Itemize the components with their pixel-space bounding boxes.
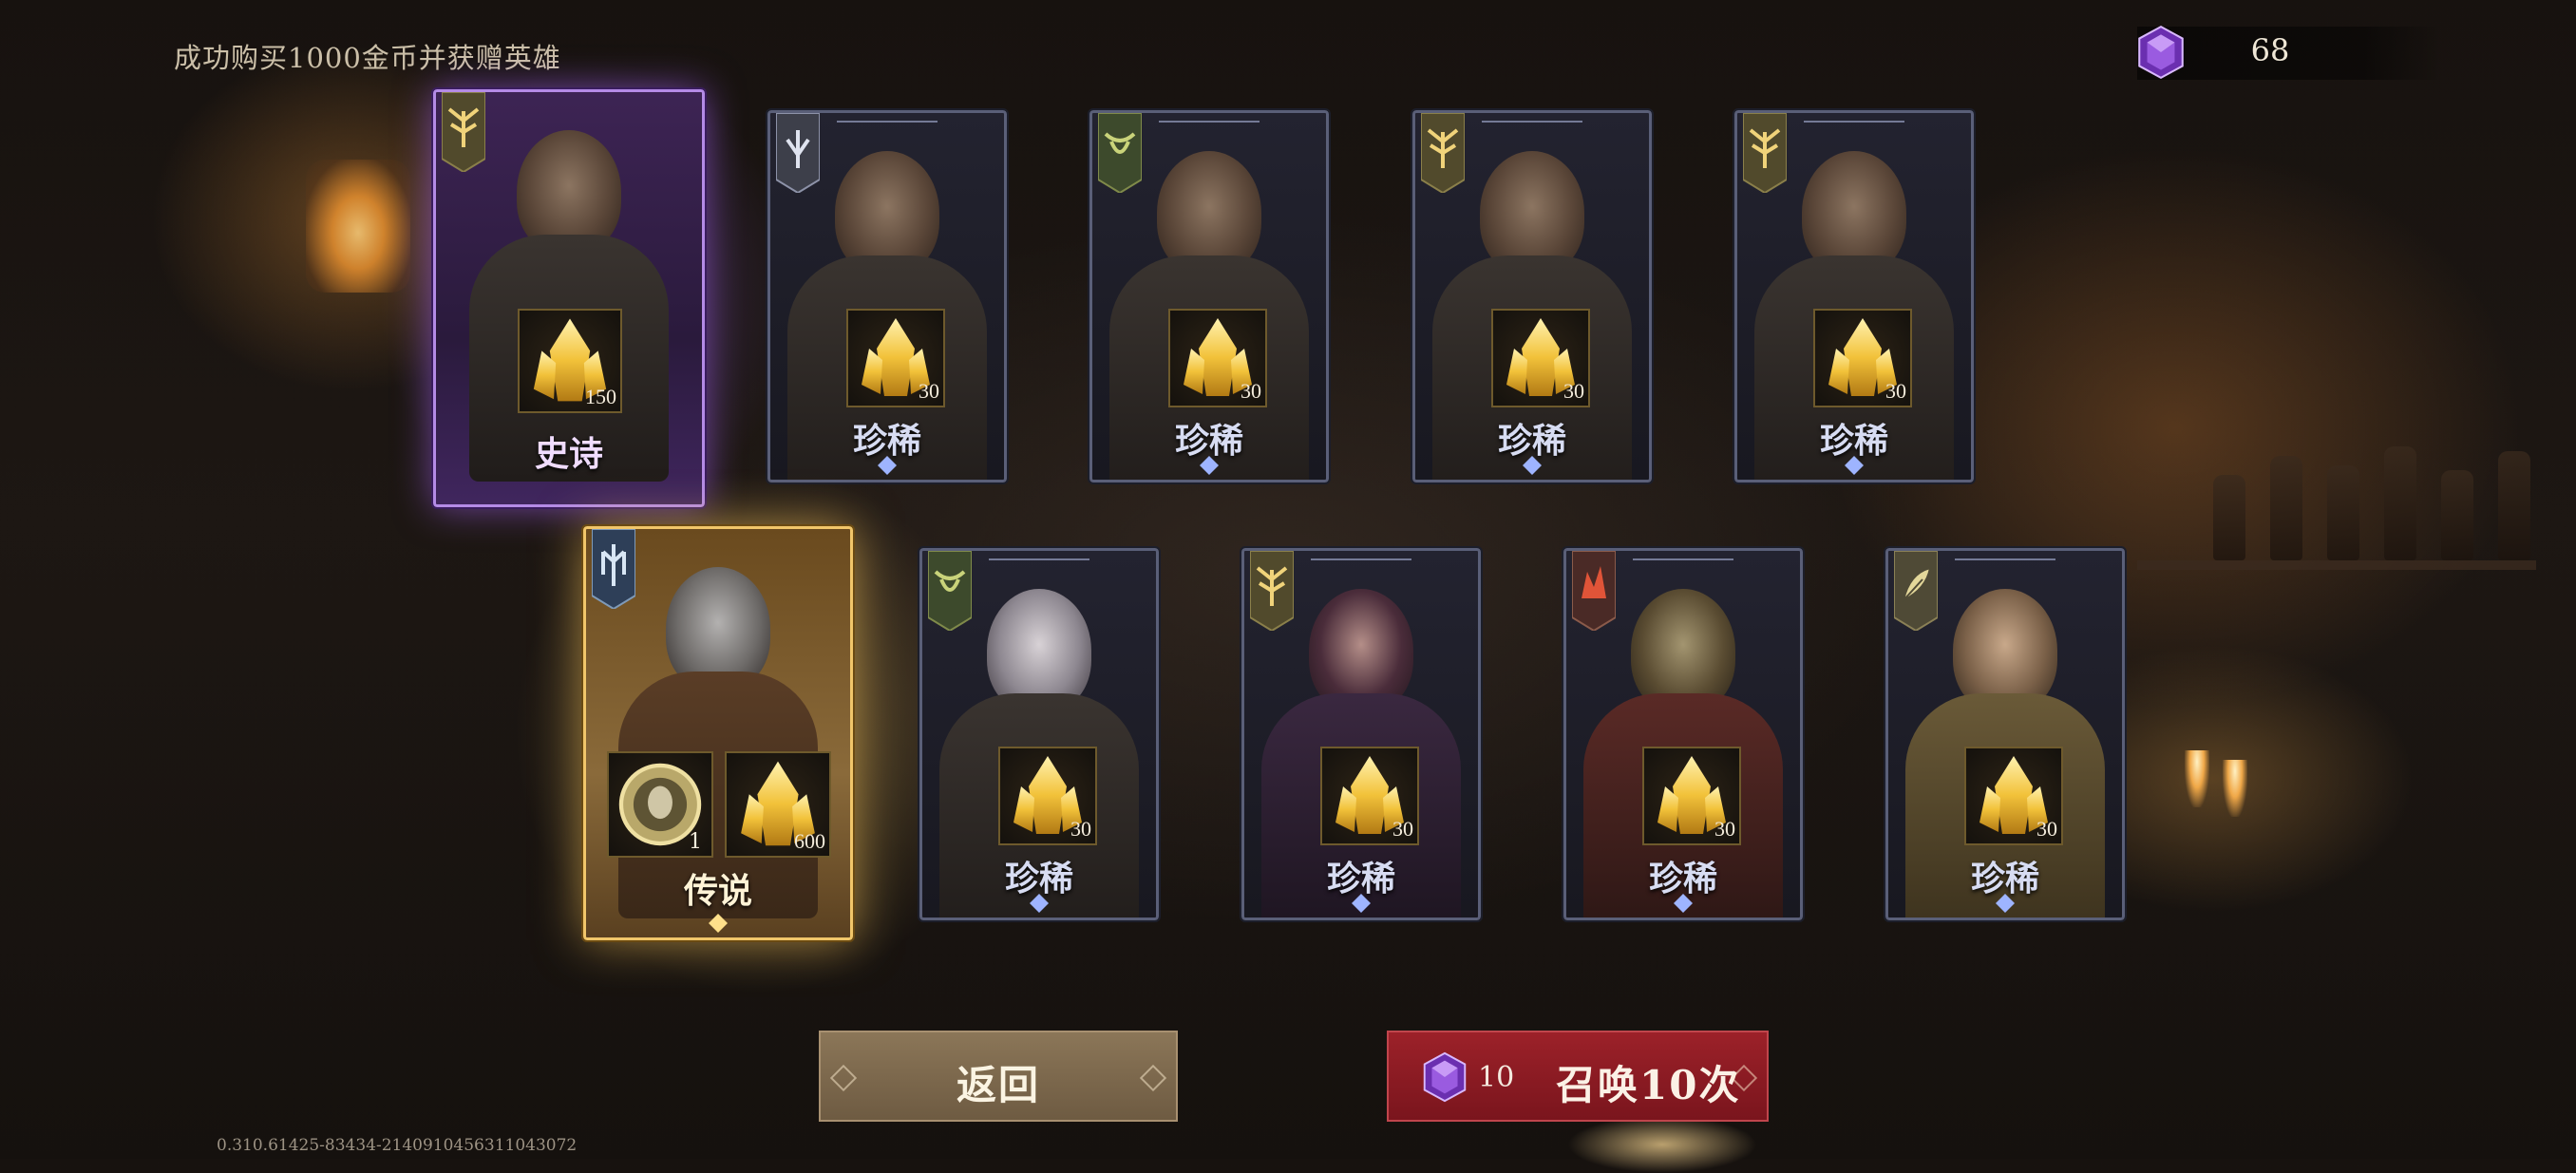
- summon-10-button[interactable]: 10 召唤10次: [1387, 1031, 1769, 1122]
- shard-count: 30: [919, 379, 939, 403]
- shard-item: 30: [1320, 747, 1419, 845]
- blue-crest-emblem-icon: [592, 529, 635, 609]
- shard-item: 150: [518, 309, 622, 413]
- bottle: [2327, 465, 2359, 560]
- summon-cost: 10: [1478, 1061, 1515, 1094]
- token-count: 1: [689, 830, 702, 854]
- blue-gem-icon: [1674, 894, 1693, 913]
- shard-item: 600: [725, 751, 831, 858]
- shard-item: 30: [846, 309, 945, 407]
- hero-card-rare[interactable]: 30 珍稀: [1884, 546, 2127, 922]
- hero-card-rare[interactable]: 30 珍稀: [766, 108, 1009, 484]
- green-bull-emblem-icon: [928, 551, 972, 631]
- shard-count: 150: [585, 385, 616, 408]
- card-ornament: [1311, 551, 1411, 560]
- hero-token-item: 1: [607, 751, 713, 858]
- hero-card-epic[interactable]: 150 史诗: [431, 87, 707, 509]
- hero-card-rare[interactable]: 30 珍稀: [1411, 108, 1654, 484]
- shard-item: 30: [1964, 747, 2063, 845]
- candle-glow: [1567, 1116, 1757, 1173]
- card-ornament: [1482, 113, 1582, 123]
- shard-count: 30: [2036, 817, 2057, 841]
- shard-item: 30: [1813, 309, 1912, 407]
- gold-wings-emblem-icon: [1250, 551, 1294, 631]
- hero-card-legendary[interactable]: 1 600 传说: [581, 524, 855, 942]
- bottle: [2213, 475, 2245, 560]
- blue-gem-icon: [878, 456, 897, 475]
- bottle: [2270, 456, 2302, 560]
- summon-button-label: 召唤10次: [1556, 1062, 1741, 1108]
- shard-item: 30: [1491, 309, 1590, 407]
- blue-gem-icon: [1845, 456, 1864, 475]
- green-bull-emblem-icon: [1098, 113, 1142, 193]
- bottle: [2384, 446, 2416, 560]
- gold-leaf-emblem-icon: [1894, 551, 1938, 631]
- red-flame-emblem-icon: [1572, 551, 1616, 631]
- candle: [2185, 750, 2209, 807]
- bottle: [2441, 470, 2473, 560]
- purchase-notice: 成功购买1000金币并获赠英雄: [174, 42, 561, 74]
- rarity-label: 传说: [683, 871, 752, 911]
- blue-gem-icon: [1200, 456, 1219, 475]
- tavern-shelf: [2137, 560, 2536, 570]
- card-ornament: [1804, 113, 1904, 123]
- card-ornament: [989, 551, 1089, 560]
- shard-count: 30: [1885, 379, 1906, 403]
- purple-gem-icon: [2138, 25, 2184, 80]
- shard-count: 30: [1070, 817, 1091, 841]
- shard-item: 30: [1168, 309, 1267, 407]
- blue-gem-icon: [1523, 456, 1542, 475]
- shard-item: 30: [1642, 747, 1741, 845]
- hero-card-rare[interactable]: 30 珍稀: [918, 546, 1161, 922]
- hero-card-rare[interactable]: 30 珍稀: [1733, 108, 1976, 484]
- rarity-label: 史诗: [534, 434, 603, 474]
- shard-item: 30: [998, 747, 1097, 845]
- card-ornament: [1955, 551, 2055, 560]
- hero-card-rare[interactable]: 30 珍稀: [1088, 108, 1331, 484]
- back-button[interactable]: 返回: [819, 1031, 1178, 1122]
- blue-gem-icon: [1030, 894, 1049, 913]
- gold-wings-emblem-icon: [1743, 113, 1787, 193]
- gold-wings-emblem-icon: [442, 92, 485, 172]
- card-ornament: [1159, 113, 1260, 123]
- shard-count: 30: [1241, 379, 1261, 403]
- card-ornament: [837, 113, 938, 123]
- purple-gem-icon: [1423, 1051, 1467, 1103]
- blue-gem-icon: [1352, 894, 1371, 913]
- blue-gem-icon: [1996, 894, 2015, 913]
- shard-count: 30: [1714, 817, 1735, 841]
- bottle: [2498, 451, 2530, 560]
- shard-count: 30: [1563, 379, 1584, 403]
- silver-crest-emblem-icon: [776, 113, 820, 193]
- gem-count: 68: [2250, 32, 2290, 68]
- gold-wings-emblem-icon: [1421, 113, 1465, 193]
- gold-gem-icon: [709, 914, 728, 933]
- hero-card-rare[interactable]: 30 珍稀: [1562, 546, 1805, 922]
- card-ornament: [1633, 551, 1733, 560]
- hero-card-rare[interactable]: 30 珍稀: [1240, 546, 1483, 922]
- back-button-label: 返回: [956, 1062, 1040, 1108]
- version-string: 0.310.61425-83434-2140910456311043072: [217, 1136, 578, 1155]
- shard-count: 30: [1392, 817, 1413, 841]
- candle: [2223, 760, 2247, 817]
- shard-count: 600: [794, 829, 825, 853]
